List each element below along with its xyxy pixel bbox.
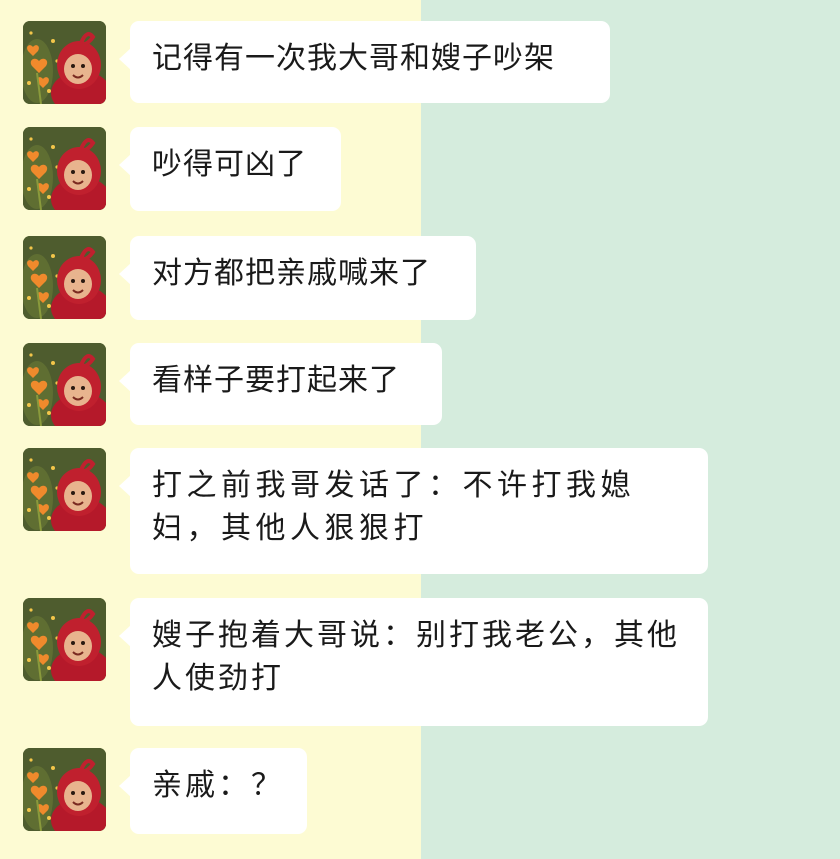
teletubby-po-avatar-icon[interactable]	[23, 448, 106, 531]
message-text: 亲戚：？	[152, 768, 284, 803]
chat-background-right	[421, 0, 840, 859]
teletubby-po-avatar-icon[interactable]	[23, 127, 106, 210]
message-bubble[interactable]: 亲戚：？	[119, 748, 307, 834]
message-bubble[interactable]: 对方都把亲戚喊来了	[119, 236, 476, 320]
message-text: 记得有一次我大哥和嫂子吵架	[152, 41, 555, 76]
teletubby-po-avatar-icon[interactable]	[23, 598, 106, 681]
message-bubble[interactable]: 吵得可凶了	[119, 127, 341, 211]
message-text: 嫂子抱着大哥说：别打我老公，其他人使劲打	[152, 618, 680, 696]
message-bubble[interactable]: 打之前我哥发话了：不许打我媳妇，其他人狠狠打	[119, 448, 708, 574]
teletubby-po-avatar-icon[interactable]	[23, 343, 106, 426]
teletubby-po-avatar-icon[interactable]	[23, 748, 106, 831]
message-bubble[interactable]: 嫂子抱着大哥说：别打我老公，其他人使劲打	[119, 598, 708, 726]
message-text: 看样子要打起来了	[152, 363, 400, 398]
message-text: 吵得可凶了	[152, 147, 307, 182]
message-text: 打之前我哥发话了：不许打我媳妇，其他人狠狠打	[152, 468, 635, 546]
message-bubble[interactable]: 看样子要打起来了	[119, 343, 442, 425]
message-bubble[interactable]: 记得有一次我大哥和嫂子吵架	[119, 21, 610, 103]
teletubby-po-avatar-icon[interactable]	[23, 21, 106, 104]
teletubby-po-avatar-icon[interactable]	[23, 236, 106, 319]
message-text: 对方都把亲戚喊来了	[152, 256, 431, 291]
